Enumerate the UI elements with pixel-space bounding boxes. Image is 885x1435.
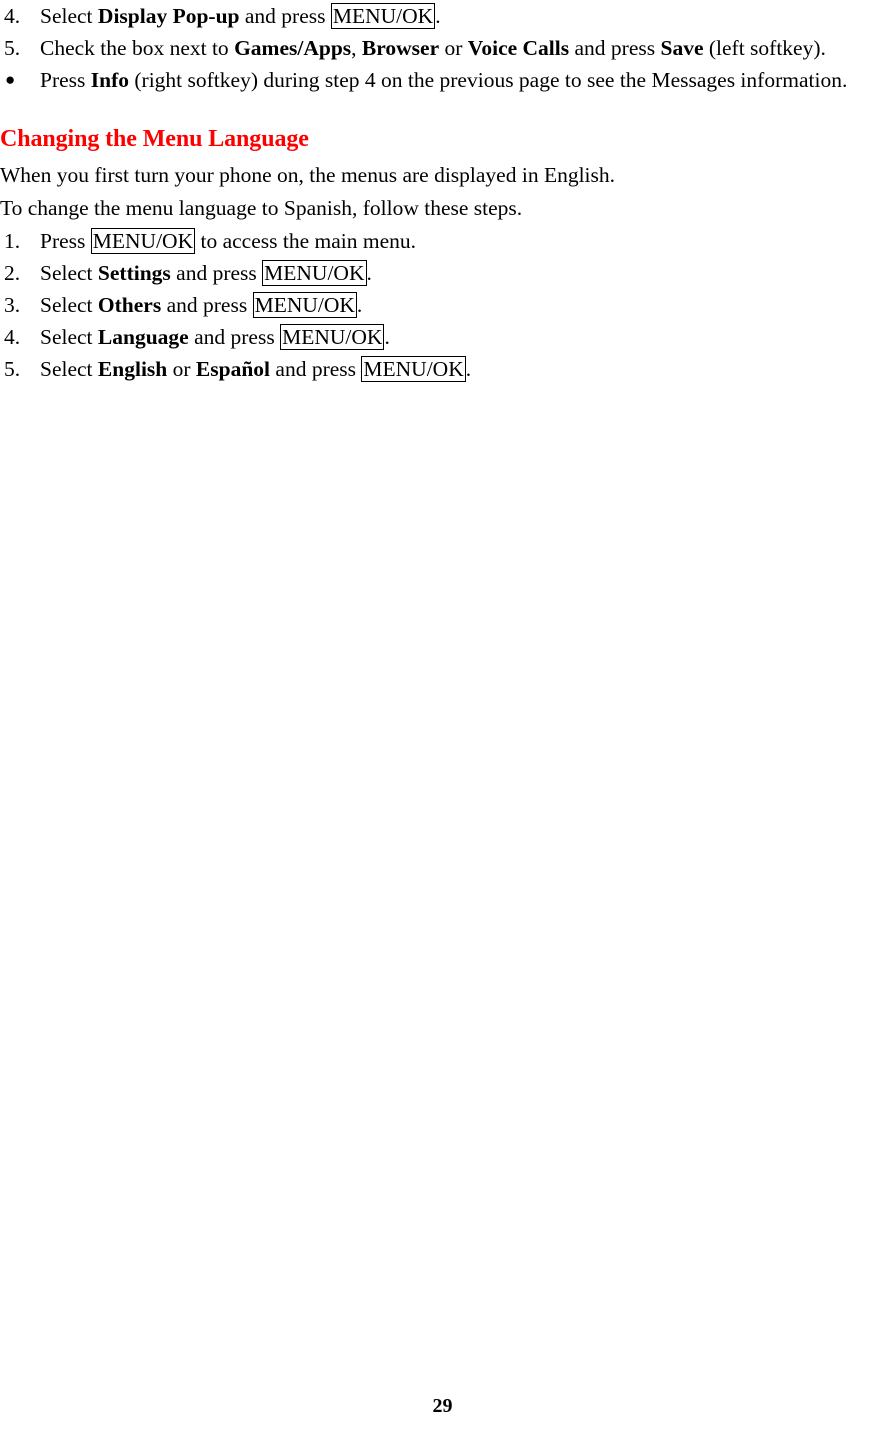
step-number: 4. [4,4,21,28]
emphasis-text: Info [90,68,130,92]
step-text: Select [40,325,98,349]
step-text: . [435,4,441,28]
manual-page: 4. Select Display Pop-up and press MENU/O… [0,0,885,1435]
emphasis-text: Save [660,36,704,60]
step-body: Select Others and press MENU/OK. [40,292,363,318]
emphasis-text: Display Pop-up [97,4,240,28]
numbered-step: 1. Press MENU/OK to access the main menu. [0,225,885,257]
emphasis-text: Voice Calls [467,36,570,60]
step-number: 3. [4,293,21,317]
intro-paragraph: When you first turn your phone on, the m… [0,163,616,187]
step-body: Press Info (right softkey) during step 4… [40,68,847,92]
step-text: and press [170,261,263,285]
step-text: . [356,293,363,317]
emphasis-text: Browser [361,36,440,60]
key-reference-menu-ok: MENU/OK [252,292,357,318]
step-text: and press [188,325,281,349]
bullet-item: ● Press Info (right softkey) during step … [0,64,885,96]
emphasis-text: Language [97,325,189,349]
step-number: 5. [4,357,21,381]
emphasis-text: Games/Apps [234,36,352,60]
emphasis-text: English [97,357,168,381]
step-text: Select [40,357,98,381]
step-text: Press [40,229,91,253]
step-text: . [384,325,390,349]
key-reference-menu-ok: MENU/OK [280,324,385,350]
top-step-list: 4. Select Display Pop-up and press MENU/O… [0,0,885,96]
step-text: Select [40,261,98,285]
step-number: 4. [4,325,21,349]
step-text: or [167,357,196,381]
section-heading: Changing the Menu Language [0,126,309,152]
step-text: and press [161,293,253,317]
step-body: Select Display Pop-up and press MENU/OK. [40,3,441,29]
page-number: 29 [432,1395,453,1417]
numbered-step: 2. Select Settings and press MENU/OK. [0,257,885,289]
key-reference-menu-ok: MENU/OK [90,228,196,254]
step-body: Select English or Español and press MENU… [40,356,472,382]
key-reference-menu-ok: MENU/OK [330,3,436,29]
intro-paragraph: To change the menu language to Spanish, … [0,196,523,220]
bullet-icon: ● [5,70,16,89]
step-text: and press [270,357,362,381]
emphasis-text: Settings [97,261,171,285]
key-reference-menu-ok: MENU/OK [262,260,367,286]
step-text: and press [569,36,661,60]
step-text: , [351,36,362,60]
intro-paragraphs: When you first turn your phone on, the m… [0,159,885,225]
step-body: Check the box next to Games/Apps, Browse… [40,36,826,60]
key-reference-menu-ok: MENU/OK [361,356,466,382]
step-body: Press MENU/OK to access the main menu. [40,228,417,254]
emphasis-text: Español [195,357,271,381]
step-text: and press [239,4,331,28]
step-text: Press [40,68,91,92]
step-text: or [439,36,468,60]
procedure-step-list: 1. Press MENU/OK to access the main menu.… [0,225,885,385]
step-body: Select Settings and press MENU/OK. [40,260,372,286]
step-text: to access the main menu. [195,229,417,253]
step-text: . [465,357,472,381]
step-text: . [366,261,372,285]
numbered-step: 5. Select English or Español and press ME… [0,353,885,385]
step-number: 2. [4,261,21,285]
numbered-step: 5. Check the box next to Games/Apps, Brow… [0,32,885,64]
step-number: 1. [4,229,21,253]
numbered-step: 4. Select Display Pop-up and press MENU/O… [0,0,885,32]
numbered-step: 4. Select Language and press MENU/OK. [0,321,885,353]
step-text: (right softkey) during step 4 on the pre… [129,68,848,92]
step-text: (left softkey). [703,36,826,60]
step-number: 5. [4,36,21,60]
step-text: Select [40,293,98,317]
numbered-step: 3. Select Others and press MENU/OK. [0,289,885,321]
emphasis-text: Others [97,293,162,317]
page-content: 4. Select Display Pop-up and press MENU/O… [0,0,885,385]
step-text: Check the box next to [40,36,235,60]
step-text: Select [40,4,98,28]
step-body: Select Language and press MENU/OK. [40,324,390,350]
